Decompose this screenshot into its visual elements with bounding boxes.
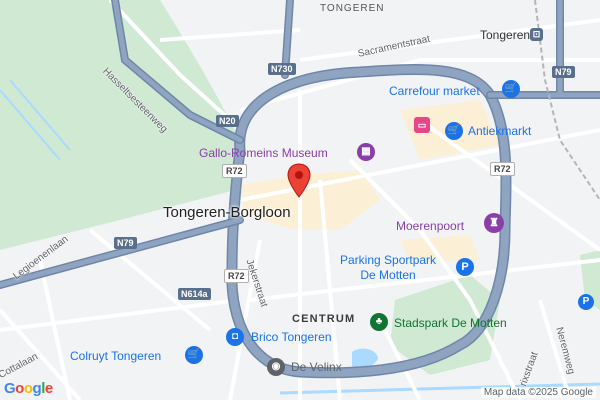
google-logo: Google: [4, 380, 53, 397]
poi-label-colruyt-tongeren[interactable]: Colruyt Tongeren: [70, 349, 161, 363]
shopping-cart-icon-colruyt[interactable]: 🛒: [185, 346, 203, 364]
route-shield-n614a: N614a: [178, 288, 211, 300]
bed-icon[interactable]: ▭: [414, 117, 430, 133]
route-shield-r72-east: R72: [490, 162, 515, 176]
route-shield-r72-south: R72: [224, 269, 249, 283]
tree-icon[interactable]: ♣: [370, 313, 388, 331]
shopping-cart-icon-antiekmarkt[interactable]: 🛒: [445, 122, 463, 140]
poi-label-moerenpoort[interactable]: Moerenpoort: [396, 219, 464, 233]
railway: [534, 0, 600, 201]
route-shield-n730: N730: [268, 63, 296, 75]
venue-icon[interactable]: ◉: [267, 358, 285, 376]
poi-label-gallo-romeins-museum[interactable]: Gallo-Romeins Museum: [199, 146, 328, 160]
route-shield-n20: N20: [216, 115, 239, 127]
parking-icon[interactable]: P: [456, 258, 474, 276]
train-icon[interactable]: ⊡: [530, 28, 543, 41]
location-pin-icon[interactable]: [287, 163, 311, 199]
route-shield-n79-west: N79: [114, 237, 137, 249]
poi-label-carrefour-market[interactable]: Carrefour market: [389, 84, 480, 98]
route-shield-r72-north: R72: [222, 164, 247, 178]
map-canvas[interactable]: N730 N20 R72 R72 R72 N79 N79 N614a Hasse…: [0, 0, 600, 400]
poi-label-antiekmarkt[interactable]: Antiekmarkt: [468, 124, 531, 138]
shopping-cart-icon[interactable]: 🛒: [502, 80, 520, 98]
poi-label-de-velinx[interactable]: De Velinx: [291, 360, 342, 374]
shopping-bag-icon[interactable]: ◘: [226, 328, 244, 346]
map-attribution[interactable]: Map data ©2025 Google: [480, 387, 596, 398]
town-label-tongeren: TONGEREN: [320, 3, 385, 14]
poi-label-stadspark-de-motten[interactable]: Stadspark De Motten: [394, 316, 507, 330]
city-label-tongeren-borgloon[interactable]: Tongeren-Borgloon: [163, 204, 291, 221]
route-shield-n79-east: N79: [552, 66, 575, 78]
district-label-centrum: CENTRUM: [292, 313, 356, 325]
station-label-tongeren[interactable]: Tongeren: [480, 28, 530, 42]
museum-icon[interactable]: ▦: [357, 143, 375, 161]
poi-label-parking-sportpark[interactable]: Parking Sportpark De Motten: [340, 253, 436, 283]
parking-icon-east[interactable]: P: [578, 294, 594, 310]
castle-icon[interactable]: ♜: [484, 213, 504, 233]
poi-label-brico-tongeren[interactable]: Brico Tongeren: [251, 330, 332, 344]
